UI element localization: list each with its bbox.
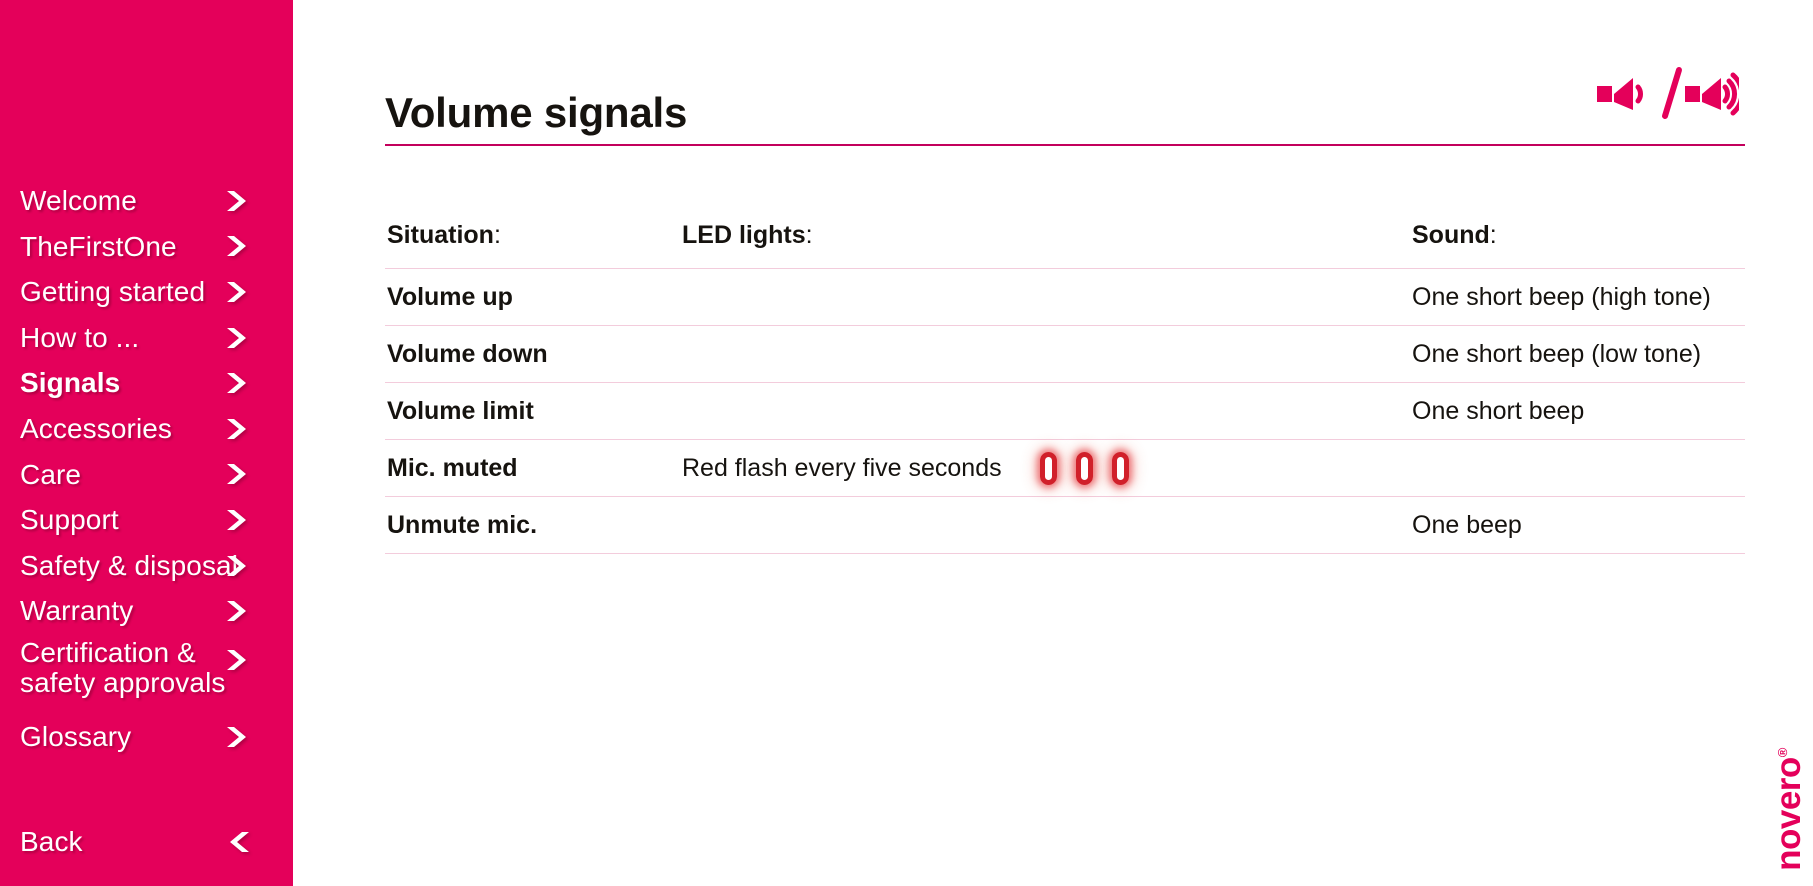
sidebar-item-getting-started[interactable]: Getting started (0, 269, 293, 315)
sidebar-item-thefirstone[interactable]: TheFirstOne (0, 224, 293, 270)
sidebar-item-label: Accessories (20, 412, 173, 444)
cell-led: Red flash every five seconds (680, 439, 1410, 497)
chevron-right-icon (225, 725, 251, 749)
column-header-situation: Situation: (385, 212, 680, 269)
cell-situation: Volume limit (385, 382, 680, 440)
led-lamp-icon (1075, 451, 1093, 485)
chevron-right-icon (225, 648, 251, 672)
chevron-left-icon (225, 830, 251, 854)
cell-led (680, 496, 1410, 554)
chevron-right-icon (225, 280, 251, 304)
chevron-right-icon (225, 417, 251, 441)
cell-sound: One short beep (1410, 382, 1745, 440)
volume-low-high-icon (1593, 64, 1739, 124)
cell-situation: Volume down (385, 325, 680, 383)
back-button-label: Back (20, 826, 83, 858)
chevron-right-icon (225, 189, 251, 213)
sidebar-item-label: TheFirstOne (20, 230, 177, 262)
column-header-led: LED lights: (680, 212, 1410, 269)
table-row: Volume up One short beep (high tone) (385, 268, 1745, 326)
sidebar-item-safety-disposal[interactable]: Safety & disposal (0, 543, 293, 589)
column-header-colon: : (1489, 220, 1497, 249)
column-header-colon: : (805, 220, 813, 249)
back-button[interactable]: Back (0, 818, 293, 866)
sidebar-nav: Welcome TheFirstOne Getting started How … (0, 178, 293, 760)
cell-sound: One short beep (low tone) (1410, 325, 1745, 383)
table-row: Mic. muted Red flash every five seconds (385, 439, 1745, 497)
brand-trademark: ® (1775, 748, 1791, 758)
sidebar-item-support[interactable]: Support (0, 497, 293, 543)
sidebar-item-how-to[interactable]: How to ... (0, 315, 293, 361)
sidebar-item-label: Support (20, 504, 119, 536)
led-lamp-group (1039, 451, 1129, 485)
sidebar-item-accessories[interactable]: Accessories (0, 406, 293, 452)
table-header-row: Situation: LED lights: Sound: (385, 212, 1745, 269)
signals-table: Situation: LED lights: Sound: Volume up … (385, 212, 1745, 554)
sidebar-item-label: How to ... (20, 321, 140, 353)
table-row: Unmute mic. One beep (385, 496, 1745, 554)
sidebar-item-label: Safety & disposal (20, 549, 239, 581)
column-header-led-label: LED lights (682, 220, 806, 249)
sidebar-item-certification-safety-approvals[interactable]: Certification & safety approvals (0, 634, 293, 714)
table-row: Volume limit One short beep (385, 382, 1745, 440)
led-lamp-icon (1039, 451, 1057, 485)
cell-situation: Mic. muted (385, 439, 680, 497)
sidebar-item-label: Signals (20, 367, 121, 399)
cell-led (680, 325, 1410, 383)
main-content: Volume signals Situation: LED lights: So… (293, 0, 1813, 886)
page-header: Volume signals (385, 62, 1745, 146)
page-title: Volume signals (385, 89, 688, 136)
cell-sound: One beep (1410, 496, 1745, 554)
sidebar: Welcome TheFirstOne Getting started How … (0, 0, 293, 886)
cell-situation: Volume up (385, 268, 680, 326)
chevron-right-icon (225, 462, 251, 486)
chevron-right-icon (225, 508, 251, 532)
column-header-sound-label: Sound (1412, 220, 1490, 249)
brand-wordmark: novero® (1769, 748, 1809, 871)
cell-led (680, 268, 1410, 326)
sidebar-item-glossary[interactable]: Glossary (0, 714, 293, 760)
sidebar-item-welcome[interactable]: Welcome (0, 178, 293, 224)
chevron-right-icon (225, 599, 251, 623)
chevron-right-icon (225, 326, 251, 350)
cell-sound (1410, 439, 1745, 497)
table-body: Volume up One short beep (high tone) Vol… (385, 268, 1745, 554)
sidebar-item-signals[interactable]: Signals (0, 360, 293, 406)
sidebar-item-label: Certification & safety approvals (20, 636, 226, 698)
sidebar-item-care[interactable]: Care (0, 452, 293, 498)
chevron-right-icon (225, 234, 251, 258)
sidebar-item-label: Glossary (20, 720, 132, 752)
cell-situation: Unmute mic. (385, 496, 680, 554)
chevron-right-icon (225, 554, 251, 578)
sidebar-item-label: Welcome (20, 184, 137, 216)
sidebar-item-label: Warranty (20, 595, 134, 627)
column-header-sound: Sound: (1410, 212, 1745, 269)
brand-logo: novero® (1753, 722, 1809, 872)
title-divider (385, 144, 1745, 146)
table-row: Volume down One short beep (low tone) (385, 325, 1745, 383)
sidebar-item-label: Care (20, 458, 82, 490)
led-lamp-icon (1111, 451, 1129, 485)
table-header: Situation: LED lights: Sound: (385, 212, 1745, 269)
column-header-colon: : (493, 220, 501, 249)
cell-led (680, 382, 1410, 440)
column-header-situation-label: Situation (387, 220, 494, 249)
cell-sound: One short beep (high tone) (1410, 268, 1745, 326)
led-description: Red flash every five seconds (682, 453, 1002, 482)
sidebar-item-label: Getting started (20, 276, 206, 308)
chevron-right-icon (225, 371, 251, 395)
sidebar-item-warranty[interactable]: Warranty (0, 588, 293, 634)
brand-name: novero (1769, 757, 1809, 871)
led-cell-inner: Red flash every five seconds (682, 451, 1410, 485)
